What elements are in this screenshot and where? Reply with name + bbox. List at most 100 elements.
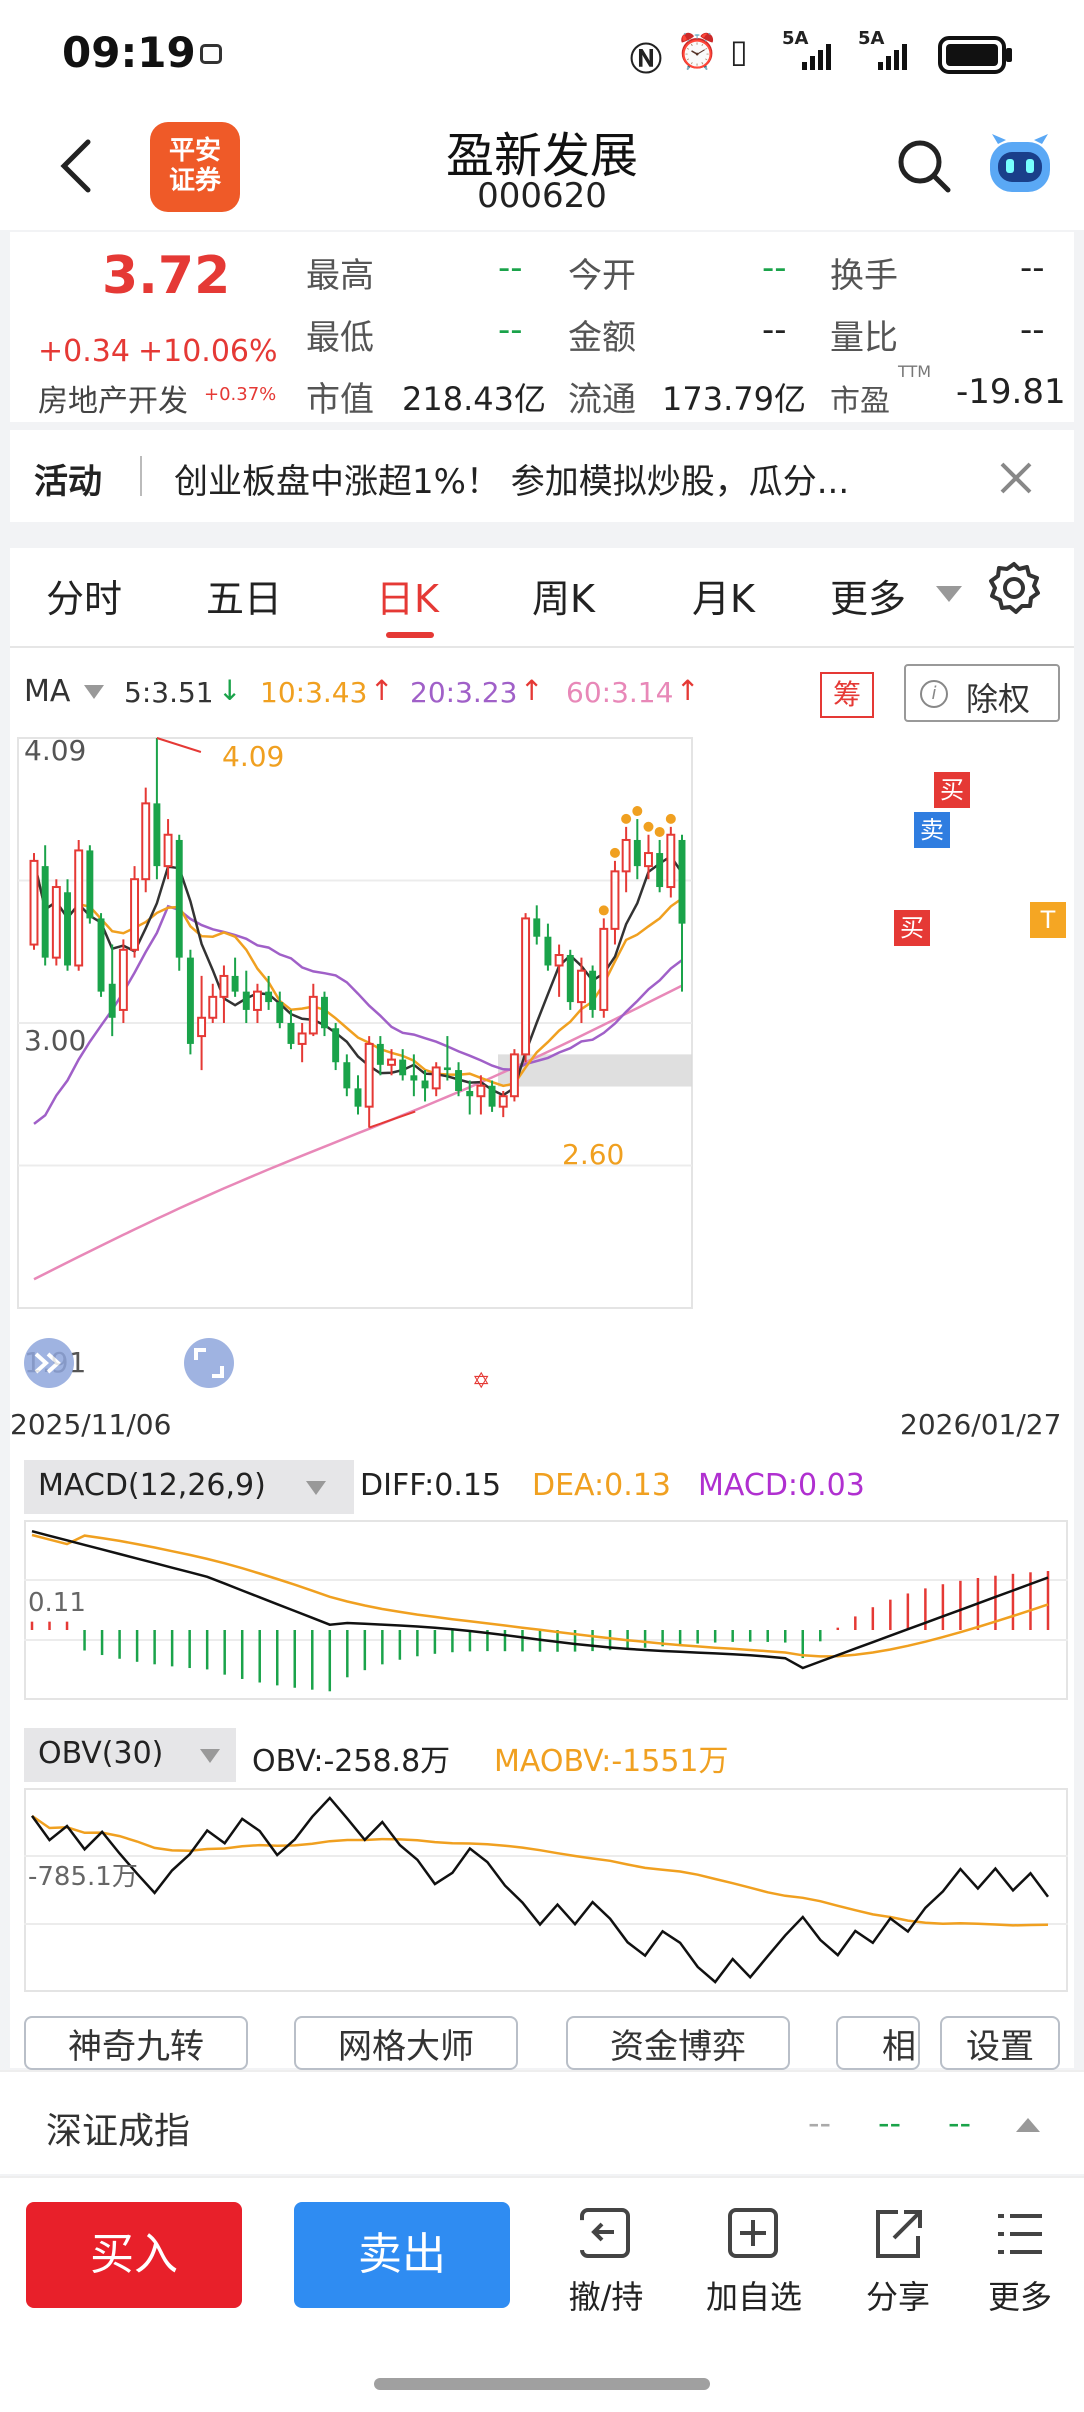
gear-icon[interactable] (986, 560, 1042, 616)
ma-dropdown-icon[interactable] (84, 684, 104, 699)
buy-badge[interactable]: 买 (934, 772, 970, 808)
candle-body (29, 859, 39, 946)
tab-weekly-k[interactable]: 周K (532, 568, 595, 623)
tool-nine-turn-button[interactable]: 神奇九转 (24, 2016, 248, 2070)
search-icon[interactable] (896, 138, 952, 194)
sell-badge[interactable]: 卖 (914, 812, 950, 848)
tool-grid-master-button[interactable]: 网格大师 (294, 2016, 518, 2070)
tool-fund-game-button[interactable]: 资金博弈 (566, 2016, 790, 2070)
event-star-icon[interactable]: ✡ (472, 1370, 496, 1394)
tab-intraday[interactable]: 分时 (46, 568, 122, 623)
candle-body (86, 850, 94, 919)
obv-title[interactable]: OBV(30) (38, 1736, 163, 1771)
info-icon: i (920, 680, 948, 708)
candle-body (118, 948, 128, 1011)
more-dropdown-icon[interactable] (934, 584, 964, 604)
current-price: 3.72 (102, 246, 231, 306)
ma-label[interactable]: MA (24, 674, 70, 709)
tool-partial-button[interactable]: 相 (836, 2016, 920, 2070)
index-bar[interactable]: 深证成指 -- -- -- (0, 2070, 1084, 2174)
candle-body (666, 833, 676, 889)
index-change: -- (878, 2104, 902, 2142)
tab-more[interactable]: 更多 (830, 568, 906, 623)
home-indicator (374, 2378, 710, 2390)
candle-body (64, 892, 71, 966)
t-badge[interactable]: T (1030, 902, 1066, 938)
activity-label: 活动 (34, 462, 102, 502)
ex-rights-button[interactable]: i 除权 (904, 664, 1060, 722)
buy-button[interactable]: 买入 (26, 2202, 242, 2308)
field-label: 量比 (830, 318, 898, 358)
candle-body (153, 803, 161, 867)
max-marker: 4.09 (222, 740, 285, 773)
obv-chart[interactable] (24, 1788, 1070, 1992)
expand-up-icon[interactable] (1016, 2116, 1040, 2132)
index-pct: -- (948, 2104, 972, 2142)
chip-button[interactable]: 筹 (820, 672, 874, 718)
candle-body (466, 1090, 474, 1097)
tab-daily-k[interactable]: 日K (376, 568, 439, 623)
maobv-line (31, 1814, 1049, 1927)
sell-button[interactable]: 卖出 (294, 2202, 510, 2308)
divider (140, 456, 142, 496)
y-label-high: 4.09 (24, 734, 87, 767)
divider (10, 646, 1074, 648)
ma10-arrow-icon: ↑ (370, 674, 394, 707)
cancel-hold-action[interactable]: 撤/持 (556, 2198, 656, 2318)
cancel-hold-label: 撤/持 (568, 2278, 644, 2316)
activity-banner[interactable]: 活动 创业板盘中涨超1%！ 参加模拟炒股，瓜分... (10, 430, 1074, 522)
candle-body (141, 802, 151, 881)
price-change-pct: +10.06% (138, 334, 278, 369)
field-value: 218.43亿 (402, 380, 546, 418)
signal-icon-b (876, 40, 916, 70)
candle-body (554, 954, 564, 967)
buy-badge[interactable]: 买 (894, 910, 930, 946)
candle-body (656, 853, 664, 888)
more-action[interactable]: 更多 (970, 2198, 1070, 2318)
close-icon[interactable] (996, 458, 1036, 498)
candle-body (332, 1028, 340, 1063)
field-label: 市盈 (830, 384, 890, 419)
fullscreen-icon[interactable] (184, 1338, 234, 1388)
history-play-icon[interactable] (24, 1338, 74, 1388)
candle-body (74, 849, 84, 967)
candle-body (321, 996, 328, 1029)
candle-body (509, 1053, 519, 1098)
candle-body (197, 1016, 207, 1038)
macd-title[interactable]: MACD(12,26,9) (38, 1468, 266, 1503)
candle-body (265, 991, 273, 1003)
candle-body (308, 995, 318, 1035)
share-action[interactable]: 分享 (848, 2198, 948, 2318)
candle-body (610, 870, 620, 930)
field-value: -- (1020, 310, 1045, 350)
candle-body (287, 1023, 295, 1044)
signal-dot (621, 813, 632, 824)
macd-dropdown-icon[interactable] (306, 1480, 326, 1495)
macd-chart[interactable] (24, 1520, 1070, 1700)
signal-icon-a (800, 40, 840, 70)
field-label: 今开 (568, 256, 636, 296)
ma20-value: 20:3.23 (410, 676, 518, 709)
candle-body (343, 1062, 351, 1089)
candle-body (498, 1095, 508, 1108)
field-value: -- (762, 248, 787, 288)
candle-body (521, 917, 531, 1056)
candle-body (276, 1002, 284, 1023)
tab-five-day[interactable]: 五日 (206, 568, 282, 623)
date-end: 2026/01/27 (900, 1408, 1062, 1441)
add-watchlist-action[interactable]: 加自选 (694, 2198, 814, 2318)
macd-value: MACD:0.03 (698, 1468, 865, 1503)
tab-monthly-k[interactable]: 月K (692, 568, 755, 623)
signal-dot (643, 821, 654, 832)
field-value: 173.79亿 (662, 380, 806, 418)
y-label-mid: 3.00 (24, 1024, 87, 1057)
maobv-value: MAOBV:-1551万 (494, 1744, 729, 1779)
field-label: 最高 (306, 256, 374, 296)
obv-dropdown-icon[interactable] (200, 1748, 220, 1763)
signal-dot (665, 813, 676, 824)
macd-diff: DIFF:0.15 (360, 1468, 502, 1503)
tool-settings-button[interactable]: 设置 (940, 2016, 1060, 2070)
sector-name[interactable]: 房地产开发 (38, 376, 188, 420)
ma60-value: 60:3.14 (566, 676, 674, 709)
robot-assistant-icon[interactable] (984, 132, 1056, 200)
